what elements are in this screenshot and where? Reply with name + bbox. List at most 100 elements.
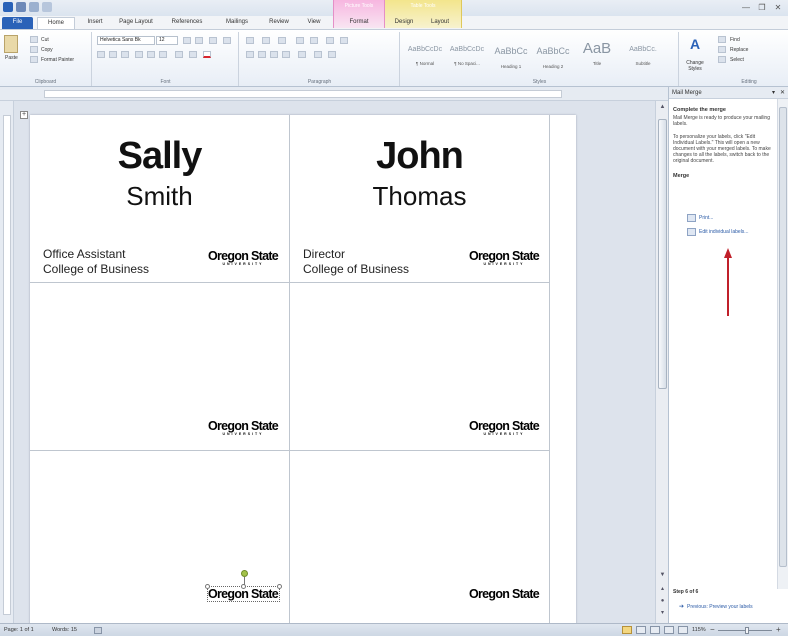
zoom-level[interactable]: 115%	[692, 627, 706, 633]
document-area[interactable]: + Sally Smith Office Assistant College o…	[14, 101, 655, 623]
page[interactable]: + Sally Smith Office Assistant College o…	[20, 111, 576, 623]
label-cell[interactable]: Oregon State	[290, 451, 550, 623]
bullets-icon[interactable]	[246, 37, 254, 44]
previous-step-link[interactable]: ➔ Previous: Preview your labels	[679, 603, 753, 611]
change-case-icon[interactable]	[209, 37, 217, 44]
zoom-slider-knob[interactable]	[745, 627, 749, 634]
tab-references[interactable]: References	[164, 17, 210, 29]
tab-format[interactable]: Format	[340, 17, 378, 29]
shrink-font-icon[interactable]	[195, 37, 203, 44]
proofing-icon[interactable]	[94, 627, 102, 634]
subscript-icon[interactable]	[147, 51, 155, 58]
edit-individual-labels-link[interactable]: Edit individual labels...	[687, 228, 748, 236]
justify-icon[interactable]	[282, 51, 290, 58]
paste-icon[interactable]	[4, 35, 18, 53]
italic-icon[interactable]	[109, 51, 117, 58]
scroll-down-icon[interactable]: ▼	[658, 571, 667, 579]
grow-font-icon[interactable]	[183, 37, 191, 44]
vertical-ruler[interactable]	[0, 101, 14, 623]
maximize-button[interactable]: ❐	[756, 2, 768, 12]
minimize-button[interactable]: —	[740, 2, 752, 12]
find-button[interactable]: Find	[730, 37, 740, 43]
strikethrough-icon[interactable]	[135, 51, 143, 58]
change-styles-button[interactable]: Change Styles	[681, 60, 709, 72]
style-normal[interactable]: AaBbCcDc ¶ Normal	[405, 40, 445, 74]
first-name: Sally	[117, 135, 203, 177]
tab-view[interactable]: View	[300, 17, 328, 29]
vertical-scrollbar[interactable]: ▲ ▼ ▴ ● ▾	[655, 101, 668, 623]
align-right-icon[interactable]	[270, 51, 278, 58]
highlight-icon[interactable]	[189, 51, 197, 58]
shading-icon[interactable]	[314, 51, 322, 58]
label-cell[interactable]: John Thomas Director College of Business…	[290, 115, 550, 283]
draft-icon[interactable]	[678, 626, 688, 634]
full-screen-reading-icon[interactable]	[636, 626, 646, 634]
decrease-indent-icon[interactable]	[296, 37, 304, 44]
tab-insert[interactable]: Insert	[80, 17, 110, 29]
text-effects-icon[interactable]	[175, 51, 183, 58]
align-center-icon[interactable]	[258, 51, 266, 58]
paste-button[interactable]: Paste	[5, 55, 18, 61]
oregon-state-logo-selected[interactable]: Oregon State	[207, 588, 279, 601]
rotate-handle[interactable]	[241, 570, 248, 577]
outline-icon[interactable]	[664, 626, 674, 634]
select-button[interactable]: Select	[730, 57, 744, 63]
label-cell[interactable]: Oregon State UNIVERSITY	[30, 283, 290, 451]
sort-icon[interactable]	[326, 37, 334, 44]
copy-button[interactable]: Copy	[41, 47, 53, 53]
borders-icon[interactable]	[328, 51, 336, 58]
web-layout-icon[interactable]	[650, 626, 660, 634]
word-count[interactable]: Words: 15	[52, 627, 77, 633]
tab-review[interactable]: Review	[262, 17, 296, 29]
print-link[interactable]: Print...	[687, 214, 713, 222]
style-heading-2[interactable]: AaBbCc Heading 2	[533, 40, 573, 74]
font-name-box[interactable]: Helvetica Sans Bk	[97, 36, 155, 45]
scroll-up-icon[interactable]: ▲	[658, 103, 667, 111]
print-layout-icon[interactable]	[622, 626, 632, 634]
style-heading-1[interactable]: AaBbCc Heading 1	[491, 40, 531, 74]
zoom-in-icon[interactable]: +	[776, 625, 781, 634]
table-move-handle-icon[interactable]: +	[20, 111, 28, 119]
zoom-out-icon[interactable]: −	[710, 625, 715, 634]
tab-mailings[interactable]: Mailings	[218, 17, 256, 29]
cut-button[interactable]: Cut	[41, 37, 49, 43]
tab-design[interactable]: Design	[388, 17, 420, 29]
next-page-icon[interactable]: ▾	[658, 609, 667, 617]
superscript-icon[interactable]	[159, 51, 167, 58]
tab-layout[interactable]: Layout	[424, 17, 456, 29]
pane-scrollbar[interactable]	[777, 99, 788, 589]
horizontal-ruler[interactable]	[0, 87, 668, 101]
change-styles-icon[interactable]: A	[684, 36, 706, 58]
show-marks-icon[interactable]	[340, 37, 348, 44]
style-subtitle[interactable]: AaBbCc. Subtitle	[623, 40, 663, 74]
align-left-icon[interactable]	[246, 51, 254, 58]
pane-close-icon[interactable]: ✕	[780, 87, 785, 99]
format-painter-button[interactable]: Format Painter	[41, 57, 74, 63]
style-no-spacing[interactable]: AaBbCcDc ¶ No Spaci...	[447, 40, 487, 74]
bold-icon[interactable]	[97, 51, 105, 58]
close-button[interactable]: ✕	[772, 2, 784, 12]
multilevel-list-icon[interactable]	[278, 37, 286, 44]
tab-page-layout[interactable]: Page Layout	[112, 17, 160, 29]
underline-icon[interactable]	[121, 51, 129, 58]
scroll-thumb[interactable]	[658, 119, 667, 389]
line-spacing-icon[interactable]	[298, 51, 306, 58]
label-cell[interactable]: Sally Smith Office Assistant College of …	[30, 115, 290, 283]
label-cell[interactable]: Oregon State	[30, 451, 290, 623]
replace-button[interactable]: Replace	[730, 47, 748, 53]
select-browse-object-icon[interactable]: ●	[658, 597, 667, 605]
style-title[interactable]: AaB Title	[577, 40, 617, 74]
style-name: Heading 2	[542, 64, 564, 69]
clear-formatting-icon[interactable]	[223, 37, 231, 44]
font-size-box[interactable]: 12	[156, 36, 178, 45]
previous-page-icon[interactable]: ▴	[658, 585, 667, 593]
label-cell[interactable]: Oregon State UNIVERSITY	[290, 283, 550, 451]
font-color-icon[interactable]	[203, 51, 211, 58]
increase-indent-icon[interactable]	[310, 37, 318, 44]
pane-scroll-thumb[interactable]	[779, 107, 787, 567]
pane-menu-icon[interactable]: ▾	[772, 87, 775, 99]
tab-home[interactable]: Home	[37, 17, 75, 29]
tab-file[interactable]: File	[2, 17, 33, 29]
numbering-icon[interactable]	[262, 37, 270, 44]
page-count[interactable]: Page: 1 of 1	[4, 627, 34, 633]
